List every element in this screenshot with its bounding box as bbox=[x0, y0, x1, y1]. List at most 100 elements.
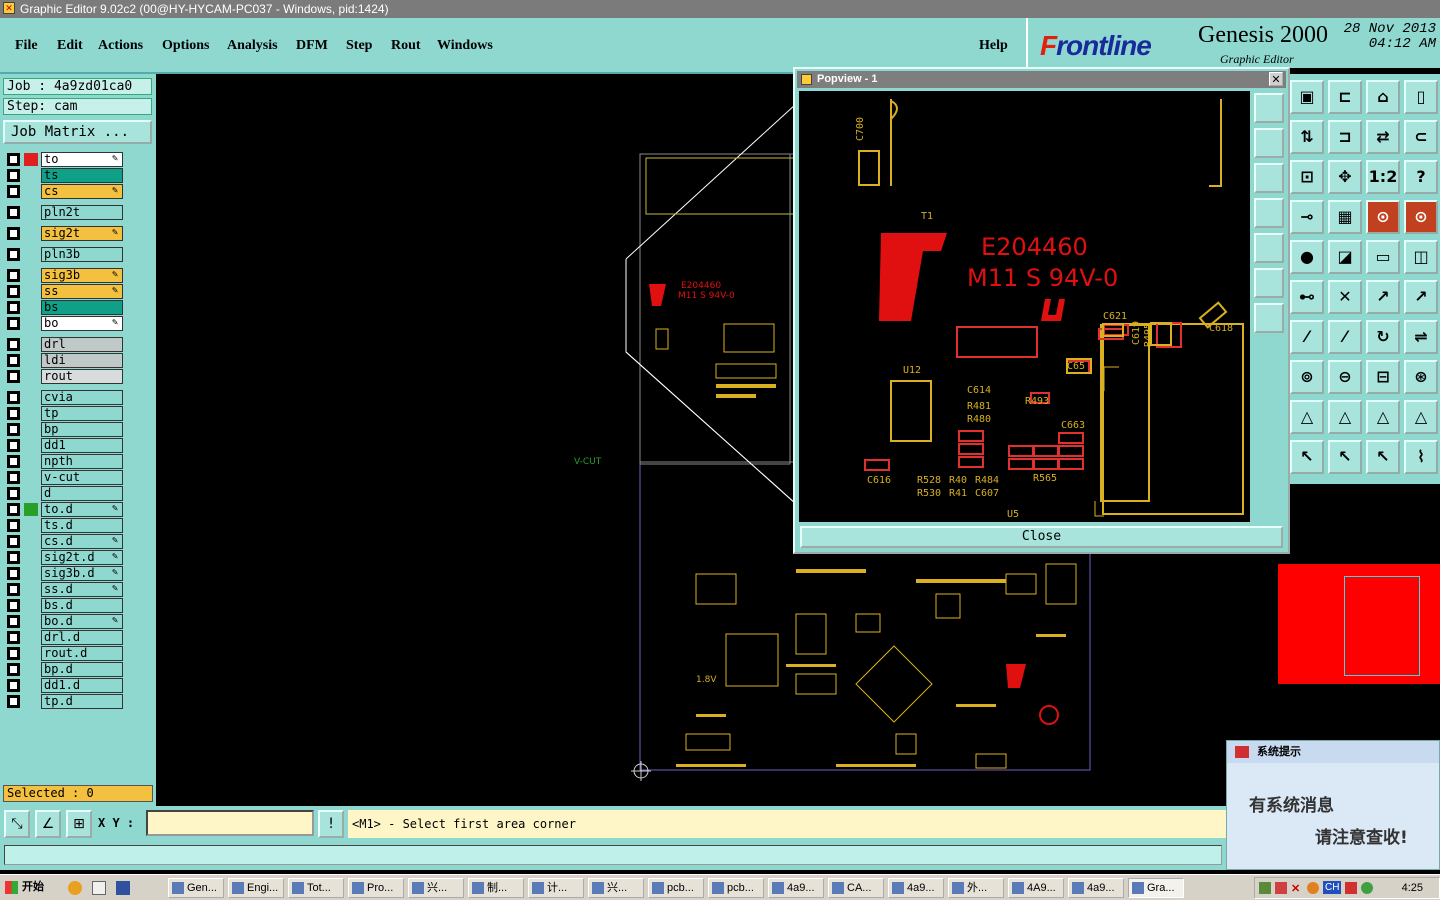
layer-row-bs[interactable]: bs bbox=[4, 300, 126, 315]
layer-row-tp[interactable]: tp bbox=[4, 406, 126, 421]
start-button[interactable]: 开始 bbox=[2, 878, 52, 898]
layer-visibility-checkbox[interactable] bbox=[7, 269, 20, 282]
layer-affected-icon[interactable]: ✎ bbox=[112, 551, 118, 562]
draw-line-tool-icon[interactable]: ◪ bbox=[1328, 240, 1362, 274]
layer-name[interactable]: tp bbox=[41, 406, 123, 421]
layer-visibility-checkbox[interactable] bbox=[7, 695, 20, 708]
taskbar-button[interactable]: 计... bbox=[528, 878, 584, 898]
quicklaunch-notepad-icon[interactable] bbox=[92, 881, 106, 895]
layer-name[interactable]: sig2t.d bbox=[41, 550, 123, 565]
components-tool-icon[interactable]: ⊙ bbox=[1404, 200, 1438, 234]
taskbar-button[interactable]: 兴... bbox=[408, 878, 464, 898]
layer-name[interactable]: bs bbox=[41, 300, 123, 315]
tray-update-icon[interactable] bbox=[1307, 882, 1319, 894]
layer-row-d[interactable]: d bbox=[4, 486, 126, 501]
layer-affected-icon[interactable]: ✎ bbox=[112, 615, 118, 626]
layer-name[interactable]: ts.d bbox=[41, 518, 123, 533]
taskbar-button[interactable]: 制... bbox=[468, 878, 524, 898]
ruler-tool-icon[interactable]: ▭ bbox=[1366, 240, 1400, 274]
layer-name[interactable]: sig3b bbox=[41, 268, 123, 283]
layer-name[interactable]: dd1 bbox=[41, 438, 123, 453]
add-feature-tool-icon[interactable]: ▣ bbox=[1290, 80, 1324, 114]
taskbar-button[interactable]: pcb... bbox=[708, 878, 764, 898]
layer-visibility-checkbox[interactable] bbox=[7, 567, 20, 580]
pointer-tool-icon[interactable]: ↖ bbox=[1290, 440, 1324, 474]
taskbar-button[interactable]: 4a9... bbox=[888, 878, 944, 898]
layer-visibility-checkbox[interactable] bbox=[7, 583, 20, 596]
popview-close-icon[interactable]: ✕ bbox=[1269, 72, 1283, 86]
layer-visibility-checkbox[interactable] bbox=[7, 185, 20, 198]
menu-dfm[interactable]: DFM bbox=[296, 38, 328, 54]
taskbar-button[interactable]: CA... bbox=[828, 878, 884, 898]
menu-step[interactable]: Step bbox=[346, 38, 372, 54]
copy-layer-tool-icon[interactable]: ⊏ bbox=[1328, 80, 1362, 114]
layer-row-sig3b-d[interactable]: sig3b.d ✎ bbox=[4, 566, 126, 581]
pointer-box-tool-icon[interactable]: ↖ bbox=[1328, 440, 1362, 474]
layer-row-to[interactable]: to ✎ bbox=[4, 152, 126, 167]
menu-options[interactable]: Options bbox=[162, 38, 209, 54]
layer-row-bo-d[interactable]: bo.d ✎ bbox=[4, 614, 126, 629]
layer-row-ldi[interactable]: ldi bbox=[4, 353, 126, 368]
menu-windows[interactable]: Windows bbox=[437, 38, 493, 54]
popview-zoom-in-icon[interactable] bbox=[1254, 93, 1284, 123]
tray-lang-indicator[interactable]: CH bbox=[1323, 881, 1342, 894]
measure-tool-icon[interactable]: ⊸ bbox=[1290, 200, 1324, 234]
menu-file[interactable]: File bbox=[15, 38, 38, 54]
zoom-fit-icon[interactable]: ⤡ bbox=[4, 810, 30, 838]
pan-tool-icon[interactable]: ✥ bbox=[1328, 160, 1362, 194]
layer-visibility-checkbox[interactable] bbox=[7, 206, 20, 219]
layer-visibility-checkbox[interactable] bbox=[7, 370, 20, 383]
taskbar-button[interactable]: Tot... bbox=[288, 878, 344, 898]
tray-input-icon[interactable] bbox=[1345, 882, 1357, 894]
point-tool-icon[interactable]: ⊚ bbox=[1290, 360, 1324, 394]
bar-tool-icon[interactable]: ⊖ bbox=[1328, 360, 1362, 394]
pointer-select-tool-icon[interactable]: ↖ bbox=[1366, 440, 1400, 474]
layer-name[interactable]: to.d bbox=[41, 502, 123, 517]
layer-row-ss-d[interactable]: ss.d ✎ bbox=[4, 582, 126, 597]
layer-visibility-checkbox[interactable] bbox=[7, 439, 20, 452]
layer-affected-icon[interactable]: ✎ bbox=[112, 227, 118, 238]
layer-affected-icon[interactable]: ✎ bbox=[112, 503, 118, 514]
undo-arc-tool-icon[interactable]: ↻ bbox=[1366, 320, 1400, 354]
zoom-one-to-one-tool-icon[interactable]: 1:2 bbox=[1366, 160, 1400, 194]
taskbar-button[interactable]: Engi... bbox=[228, 878, 284, 898]
layer-name[interactable]: to bbox=[41, 152, 123, 167]
layer-visibility-checkbox[interactable] bbox=[7, 535, 20, 548]
popview-close-button[interactable]: Close bbox=[800, 526, 1283, 548]
arrow-up-right-tool-icon[interactable]: ↗ bbox=[1366, 280, 1400, 314]
layer-visibility-checkbox[interactable] bbox=[7, 551, 20, 564]
layer-visibility-checkbox[interactable] bbox=[7, 227, 20, 240]
layer-name[interactable]: v-cut bbox=[41, 470, 123, 485]
layer-row-sig2t-d[interactable]: sig2t.d ✎ bbox=[4, 550, 126, 565]
layer-visibility-checkbox[interactable] bbox=[7, 301, 20, 314]
home-tool-icon[interactable]: ⌂ bbox=[1366, 80, 1400, 114]
tray-x-icon[interactable]: ✕ bbox=[1291, 882, 1300, 895]
menu-actions[interactable]: Actions bbox=[98, 38, 143, 54]
layer-visibility-checkbox[interactable] bbox=[7, 407, 20, 420]
quicklaunch-app-icon[interactable] bbox=[116, 881, 130, 895]
slash-tool-icon[interactable]: ⁄ bbox=[1290, 320, 1324, 354]
triangle-a-tool-icon[interactable]: △ bbox=[1290, 400, 1324, 434]
popview-title-bar[interactable]: Popview - 1 ✕ bbox=[797, 71, 1286, 88]
snap-grid-icon[interactable]: ⊞ bbox=[66, 810, 92, 838]
measure-icon[interactable]: ∠ bbox=[35, 810, 61, 838]
popview-zoom-fit-icon[interactable] bbox=[1254, 268, 1284, 298]
taskbar-button[interactable]: Gra... bbox=[1128, 878, 1184, 898]
menu-analysis[interactable]: Analysis bbox=[227, 38, 278, 54]
layer-row-npth[interactable]: npth bbox=[4, 454, 126, 469]
layer-row-dd1-d[interactable]: dd1.d bbox=[4, 678, 126, 693]
layer-row-cvia[interactable]: cvia bbox=[4, 390, 126, 405]
cross-tool-icon[interactable]: ✕ bbox=[1328, 280, 1362, 314]
move-to-tool-icon[interactable]: ⊐ bbox=[1328, 120, 1362, 154]
info-icon[interactable]: ! bbox=[318, 810, 344, 838]
menu-rout[interactable]: Rout bbox=[391, 38, 421, 54]
layer-affected-icon[interactable]: ✎ bbox=[112, 269, 118, 280]
layer-visibility-checkbox[interactable] bbox=[7, 169, 20, 182]
layer-row-drl-d[interactable]: drl.d bbox=[4, 630, 126, 645]
taskbar-button[interactable]: 4a9... bbox=[768, 878, 824, 898]
layer-mix-tool-icon[interactable]: ⊛ bbox=[1404, 360, 1438, 394]
layer-row-ts-d[interactable]: ts.d bbox=[4, 518, 126, 533]
layer-visibility-checkbox[interactable] bbox=[7, 285, 20, 298]
layer-name[interactable]: cs bbox=[41, 184, 123, 199]
route-tool-icon[interactable]: ⌇ bbox=[1404, 440, 1438, 474]
